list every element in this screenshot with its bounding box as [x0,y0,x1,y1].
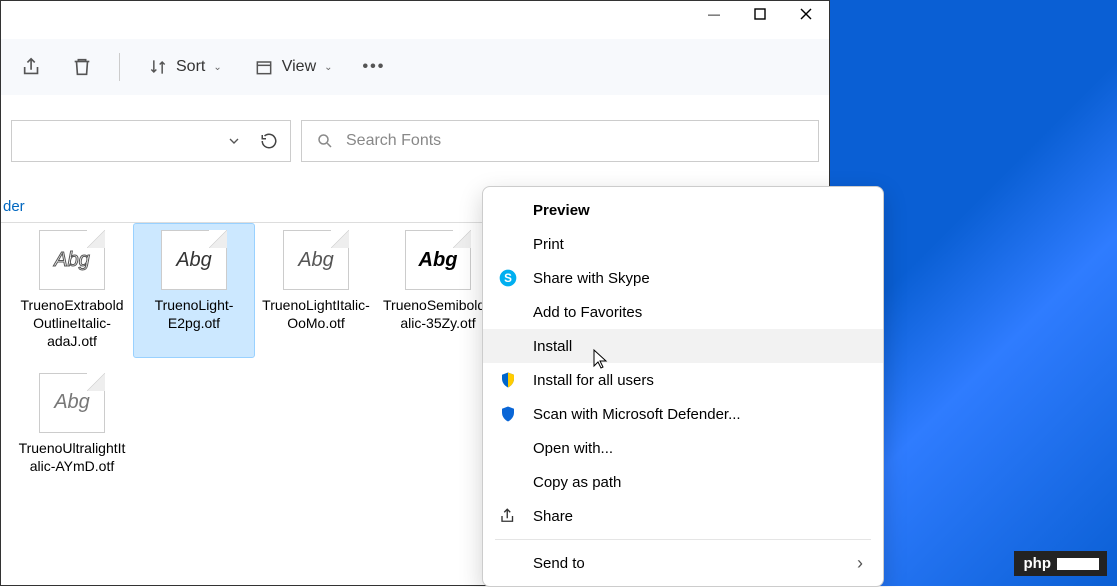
command-bar: Sort ⌄ View ⌄ ••• [1,39,829,95]
close-button[interactable] [783,0,829,29]
ctx-copy-path[interactable]: Copy as path [483,465,883,499]
ctx-install[interactable]: Install [483,329,883,363]
file-name: TruenoUltralightItalic-AYmD.otf [17,439,127,475]
more-button[interactable]: ••• [351,50,398,84]
font-thumbnail: Abg [405,230,471,290]
file-name: TruenoLightItalic-OoMo.otf [261,296,371,332]
address-search-row: Search Fonts [1,113,829,169]
delete-button[interactable] [59,48,105,86]
refresh-button[interactable] [260,132,278,150]
address-bar[interactable] [11,120,291,162]
file-item[interactable]: Abg TruenoLightItalic-OoMo.otf [255,223,377,358]
ctx-share-skype[interactable]: S Share with Skype [483,261,883,295]
sort-button[interactable]: Sort ⌄ [134,49,236,85]
ctx-share[interactable]: Share [483,499,883,533]
maximize-button[interactable] [737,0,783,29]
ctx-print[interactable]: Print [483,227,883,261]
file-name: TruenoSemiboldItalic-35Zy.otf [383,296,493,332]
font-thumbnail: Abg [283,230,349,290]
font-thumbnail: Abg [39,373,105,433]
file-item[interactable]: Abg TruenoSemiboldItalic-35Zy.otf [377,223,499,358]
chevron-down-icon[interactable] [226,133,242,149]
context-menu: Preview Print S Share with Skype Add to … [482,186,884,587]
file-name: TruenoLight-E2pg.otf [139,296,249,332]
search-placeholder: Search Fonts [346,132,441,150]
separator [119,53,120,81]
file-item[interactable]: Abg TruenoLight-E2pg.otf [133,223,255,358]
ctx-add-favorites[interactable]: Add to Favorites [483,295,883,329]
search-icon [316,132,334,150]
sort-label: Sort [176,58,205,76]
font-thumbnail: Abg [39,230,105,290]
font-thumbnail: Abg [161,230,227,290]
skype-icon: S [497,267,519,289]
chevron-down-icon: ⌄ [324,62,332,73]
file-item[interactable]: Abg TruenoExtraboldOutlineItalic-adaJ.ot… [11,223,133,358]
shield-icon [497,369,519,391]
ctx-preview[interactable]: Preview [483,193,883,227]
ctx-scan-defender[interactable]: Scan with Microsoft Defender... [483,397,883,431]
search-box[interactable]: Search Fonts [301,120,819,162]
svg-text:S: S [504,272,512,285]
ctx-send-to[interactable]: Send to [483,546,883,580]
defender-shield-icon [497,403,519,425]
view-button[interactable]: View ⌄ [240,49,347,85]
separator [495,539,871,540]
chevron-down-icon: ⌄ [213,62,221,73]
breadcrumb-fragment: der [3,198,25,215]
ctx-install-all-users[interactable]: Install for all users [483,363,883,397]
file-item[interactable]: Abg TruenoUltralightItalic-AYmD.otf [11,366,133,482]
share-icon [497,505,519,527]
watermark: php [1014,551,1108,576]
ctx-open-with[interactable]: Open with... [483,431,883,465]
file-name: TruenoExtraboldOutlineItalic-adaJ.otf [17,296,127,351]
minimize-button[interactable]: — [691,0,737,29]
view-label: View [282,58,316,76]
share-icon-button[interactable] [9,48,55,86]
window-controls: — [691,0,829,29]
